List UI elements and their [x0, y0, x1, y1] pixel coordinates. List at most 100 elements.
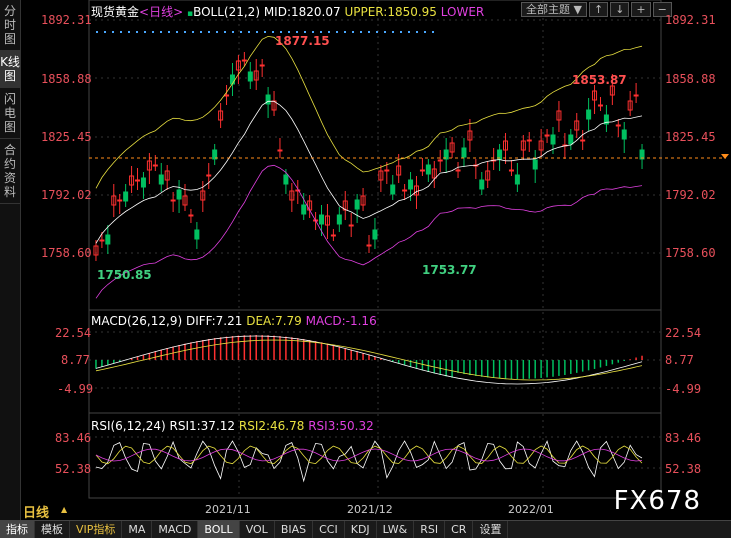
candle-body — [158, 174, 164, 185]
candle-body — [402, 189, 408, 192]
rsi-title: RSI(6,12,24) — [91, 419, 166, 433]
candle-body — [544, 134, 550, 137]
candle-body — [580, 139, 586, 142]
candle-body — [586, 109, 592, 120]
macd-diff: DIFF:7.21 — [185, 314, 243, 328]
candle-body — [390, 184, 396, 195]
macd-y-left-2: 8.77 — [61, 353, 90, 367]
y-label-left-3: 1825.45 — [41, 130, 92, 144]
candle-body — [277, 149, 283, 152]
candle-body — [301, 204, 307, 215]
recent-high-annotation: 1853.87 — [572, 73, 627, 87]
symbol-name: 现货黄金 — [91, 5, 140, 19]
y-label-left-1: 1892.31 — [41, 13, 92, 27]
candle-body — [117, 199, 123, 202]
candle-body — [259, 64, 265, 67]
up-arrow-button[interactable]: ↑ — [588, 2, 609, 17]
x-tick-3: 2022/01 — [508, 503, 554, 516]
tab-cr[interactable]: CR — [445, 521, 474, 538]
candle-body — [408, 179, 414, 190]
theme-select[interactable]: 全部主题 ▼ — [521, 2, 587, 17]
tab-cci[interactable]: CCI — [313, 521, 345, 538]
candle-body — [336, 214, 342, 225]
tab-macd[interactable]: MACD — [152, 521, 199, 538]
boll-lower-line — [95, 164, 643, 299]
candle-body — [508, 169, 514, 172]
candle-body — [229, 74, 235, 85]
tab-rsi[interactable]: RSI — [414, 521, 446, 538]
period-caret-icon[interactable]: ▲ — [61, 505, 67, 514]
candle-body — [621, 129, 627, 140]
tab-lw[interactable]: LW& — [377, 521, 415, 538]
tab-ma[interactable]: MA — [122, 521, 153, 538]
tab-kdj[interactable]: KDJ — [345, 521, 377, 538]
tab-bias[interactable]: BIAS — [275, 521, 314, 538]
rsi-y-left-1: 83.46 — [55, 431, 92, 445]
chart-area[interactable]: 现货黄金<日线> ▪BOLL(21,2) MID:1820.07 UPPER:1… — [21, 0, 731, 521]
y-label-right-4: 1792.02 — [665, 188, 716, 202]
zoom-in-button[interactable]: + — [631, 2, 651, 17]
boll-indicator: BOLL(21,2) — [193, 5, 260, 19]
candle-body — [514, 174, 520, 185]
candle-body — [615, 124, 621, 127]
y-label-right-3: 1825.45 — [665, 130, 716, 144]
candle-body — [550, 134, 556, 145]
tab-templates[interactable]: 模板 — [35, 521, 70, 538]
tab-vol[interactable]: VOL — [240, 521, 275, 538]
main-legend: 现货黄金<日线> ▪BOLL(21,2) MID:1820.07 UPPER:1… — [91, 3, 484, 20]
candle-body — [283, 174, 289, 185]
indicator-toolbar: 指标 模板 VIP指标 MA MACD BOLL VOL BIAS CCI KD… — [0, 520, 731, 538]
main-panel-border — [88, 0, 662, 311]
low-annotation-1: 1750.85 — [97, 268, 152, 282]
candle-body — [176, 189, 182, 200]
candle-body — [188, 214, 194, 217]
macd-y-left-3: -4.99 — [57, 382, 94, 396]
candle-body — [330, 234, 336, 237]
y-label-left-4: 1792.02 — [41, 188, 92, 202]
down-arrow-button[interactable]: ↓ — [610, 2, 630, 17]
period-footer-label[interactable]: 日线 — [23, 502, 49, 521]
candle-body — [140, 177, 146, 188]
y-label-left-5: 1758.60 — [41, 246, 92, 260]
candle-body — [99, 239, 105, 242]
y-label-right-2: 1858.88 — [665, 72, 716, 86]
macd-dea: DEA:7.79 — [246, 314, 302, 328]
boll-mid-line — [95, 100, 643, 244]
period-label: <日线> — [139, 5, 184, 19]
y-label-right-5: 1758.60 — [665, 246, 716, 260]
candle-body — [455, 169, 461, 172]
tab-settings[interactable]: 设置 — [473, 521, 509, 538]
candle-body — [479, 179, 485, 190]
x-tick-2: 2021/12 — [347, 503, 393, 516]
boll-mid: MID:1820.07 — [263, 5, 341, 19]
candle-body — [354, 199, 360, 210]
rsi-legend: RSI(6,12,24) RSI1:37.12 RSI2:46.78 RSI3:… — [91, 419, 374, 433]
macd-legend: MACD(26,12,9) DIFF:7.21 DEA:7.79 MACD:-1… — [91, 314, 377, 328]
candle-body — [152, 164, 158, 167]
candle-body — [247, 71, 253, 82]
theme-select-label: 全部主题 — [526, 3, 570, 16]
tab-timeshare[interactable]: 分时图 — [0, 0, 20, 51]
chevron-down-icon: ▼ — [573, 3, 582, 16]
macd-value: MACD:-1.16 — [305, 314, 377, 328]
candle-body — [105, 234, 111, 245]
macd-y-right-2: 8.77 — [665, 353, 694, 367]
candle-body — [170, 199, 176, 202]
tab-contract-info[interactable]: 合约资料 — [0, 139, 20, 204]
left-view-tabs: 分时图 K线图 闪电图 合约资料 — [0, 0, 21, 520]
tab-kline[interactable]: K线图 — [0, 51, 20, 88]
tab-vip-indicators[interactable]: VIP指标 — [70, 521, 123, 538]
tab-boll[interactable]: BOLL — [198, 521, 240, 538]
price-marker-icon — [721, 154, 729, 159]
candle-body — [319, 214, 325, 225]
candle-body — [366, 244, 372, 247]
candle-body — [384, 169, 390, 172]
candle-body — [372, 229, 378, 240]
candle-body — [135, 179, 141, 182]
rsi2-value: RSI2:46.78 — [238, 419, 305, 433]
rsi-y-right-1: 83.46 — [665, 431, 702, 445]
candle-body — [532, 159, 538, 170]
tab-indicators[interactable]: 指标 — [0, 521, 35, 538]
tab-flash[interactable]: 闪电图 — [0, 88, 20, 139]
candle-body — [437, 159, 443, 162]
